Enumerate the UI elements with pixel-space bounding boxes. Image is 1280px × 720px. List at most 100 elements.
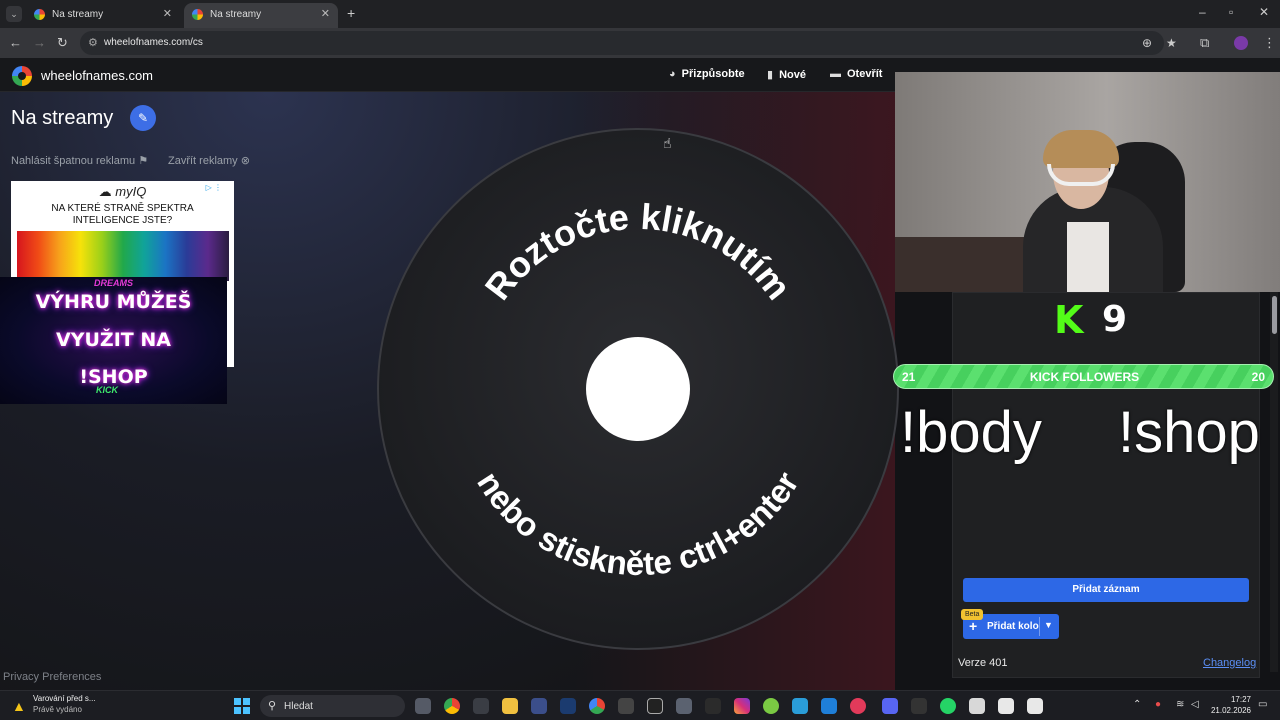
start-button[interactable] — [234, 698, 250, 714]
privacy-preferences-link[interactable]: Privacy Preferences — [3, 671, 101, 683]
tab-search-button[interactable]: ⌄ — [6, 6, 22, 22]
close-circle-icon: ⊗ — [240, 155, 250, 167]
app-icon[interactable] — [763, 698, 779, 714]
brain-icon: ☁ — [98, 184, 116, 199]
url-text: wheelofnames.com/cs — [104, 37, 203, 48]
microphone-icon[interactable]: ● — [1155, 699, 1161, 710]
nav-customize[interactable]: ◕ Přizpůsobte — [669, 68, 745, 80]
reload-icon[interactable]: ↻ — [57, 35, 68, 51]
kick-count-value: 9 — [1102, 299, 1128, 340]
system-clock[interactable]: 17:27 21.02.2026 — [1209, 694, 1251, 716]
browser-menu-icon[interactable]: ⋮ — [1263, 35, 1276, 51]
browser-tab-active[interactable]: Na streamy ✕ — [184, 3, 338, 28]
app-icon[interactable] — [531, 698, 547, 714]
minimize-icon[interactable]: – — [1199, 5, 1206, 19]
version-label: Verze 401 — [958, 657, 1008, 669]
url-field[interactable]: ⚙ wheelofnames.com/cs ⊕ ★ — [80, 31, 1177, 55]
chrome-icon[interactable] — [444, 698, 460, 714]
edit-title-button[interactable]: ✎ — [130, 105, 156, 131]
maximize-icon[interactable]: ▫ — [1229, 5, 1233, 19]
scrollbar-track[interactable] — [1270, 292, 1278, 672]
steam-icon[interactable] — [560, 698, 576, 714]
chat-command: !body — [900, 400, 1042, 465]
taskbar-search[interactable]: ⚲ Hledat — [260, 695, 405, 717]
whatsapp-icon[interactable] — [940, 698, 956, 714]
extensions-icon[interactable]: ⧉ — [1200, 35, 1209, 51]
volume-icon[interactable]: ◁ — [1191, 699, 1199, 710]
browser-tab[interactable]: Na streamy ✕ — [26, 3, 180, 28]
plus-icon: + — [969, 618, 978, 634]
hand-cursor-icon: ☝ — [663, 135, 672, 151]
site-brand[interactable]: wheelofnames.com — [41, 68, 153, 83]
address-bar: ← → ↻ ⚙ wheelofnames.com/cs ⊕ ★ ⧉ ⋮ — [0, 28, 1280, 58]
webcam-shirt — [1067, 222, 1109, 292]
close-tab-icon[interactable]: ✕ — [321, 7, 330, 20]
stream-promo-overlay: DREAMS VÝHRU MŮŽEŠ VYUŽIT NA !SHOP KICK — [0, 277, 227, 404]
nav-open[interactable]: ▬ Otevřít — [830, 68, 882, 80]
epic-games-icon[interactable] — [705, 698, 721, 714]
windows-taskbar: ▲ Varování před s... Právě vydáno ⚲ Hled… — [0, 690, 1280, 720]
browser-tab-bar: ⌄ Na streamy ✕ Na streamy ✕ + – ▫ ✕ — [0, 0, 1280, 28]
adchoices-icon[interactable]: ▷ ⋮ — [206, 183, 222, 192]
scrollbar-thumb[interactable] — [1272, 296, 1277, 334]
report-ad-link[interactable]: Nahlásit špatnou reklamu ⚑ — [11, 154, 148, 167]
search-placeholder: Hledat — [284, 701, 313, 712]
file-explorer-icon[interactable] — [502, 698, 518, 714]
add-entry-button[interactable]: Přidat záznam — [963, 578, 1249, 602]
clock-date: 21.02.2026 — [1210, 706, 1251, 715]
add-wheel-label: Přidat kolo — [987, 621, 1039, 632]
chevron-down-icon[interactable]: ▼ — [1044, 620, 1053, 630]
settings-icon[interactable] — [676, 698, 692, 714]
flag-icon: ⚑ — [138, 155, 149, 167]
app-icon[interactable] — [589, 698, 605, 714]
profile-avatar[interactable] — [1234, 36, 1248, 50]
app-icon[interactable] — [792, 698, 808, 714]
instagram-icon[interactable] — [734, 698, 750, 714]
kick-follower-count: K 9 — [1054, 298, 1132, 342]
promo-tag-bottom: KICK — [96, 385, 118, 395]
wheel-center[interactable] — [586, 337, 690, 441]
app-icon[interactable] — [647, 698, 663, 714]
close-ads-link[interactable]: Zavřít reklamy ⊗ — [168, 154, 250, 167]
task-view-icon[interactable] — [415, 698, 431, 714]
site-info-icon[interactable]: ⚙ — [88, 36, 98, 49]
tab-title: Na streamy — [52, 9, 104, 20]
app-icon[interactable] — [911, 698, 927, 714]
wheelofnames-logo-icon[interactable] — [12, 66, 32, 86]
wifi-icon[interactable]: ≋ — [1176, 699, 1184, 710]
folder-open-icon: ▬ — [830, 68, 841, 80]
ad-spectrum-image — [17, 231, 229, 281]
webcam-overlay — [895, 72, 1280, 292]
close-tab-icon[interactable]: ✕ — [163, 7, 172, 20]
app-icon[interactable] — [969, 698, 985, 714]
forward-icon[interactable]: → — [33, 35, 46, 50]
notification-title[interactable]: Varování před s... — [33, 694, 96, 703]
bookmark-star-icon[interactable]: ★ — [1166, 36, 1177, 50]
webcam-hair — [1043, 130, 1119, 168]
changelog-link[interactable]: Changelog — [1203, 657, 1256, 669]
notifications-icon[interactable]: ▭ — [1258, 699, 1267, 710]
close-window-icon[interactable]: ✕ — [1259, 5, 1269, 19]
search-icon: ⚲ — [268, 700, 277, 712]
goal-label: KICK FOLLOWERS — [1029, 370, 1140, 384]
app-icon[interactable] — [821, 698, 837, 714]
tray-overflow-icon[interactable]: ⌃ — [1133, 699, 1141, 710]
back-icon[interactable]: ← — [9, 35, 22, 50]
goal-target: 20 — [1251, 370, 1265, 384]
app-icon[interactable] — [473, 698, 489, 714]
translate-icon[interactable]: ⊕ — [1142, 36, 1152, 50]
app-icon[interactable] — [850, 698, 866, 714]
ad-brand: ☁ myIQ — [98, 184, 147, 199]
app-icon[interactable] — [618, 698, 634, 714]
app-icon[interactable] — [1027, 698, 1043, 714]
wheel[interactable]: Roztočte kliknutím nebo stiskněte ctrl+e… — [376, 127, 900, 651]
clock-time: 17:27 — [1230, 695, 1251, 704]
discord-icon[interactable] — [882, 698, 898, 714]
new-tab-icon[interactable]: + — [347, 5, 355, 21]
promo-line: VYUŽIT NA — [56, 329, 171, 351]
nav-new[interactable]: ▮ Nové — [767, 68, 806, 81]
app-icon[interactable] — [998, 698, 1014, 714]
warning-icon[interactable]: ▲ — [12, 698, 26, 714]
palette-icon: ◕ — [669, 68, 676, 80]
favicon-icon — [34, 9, 45, 20]
